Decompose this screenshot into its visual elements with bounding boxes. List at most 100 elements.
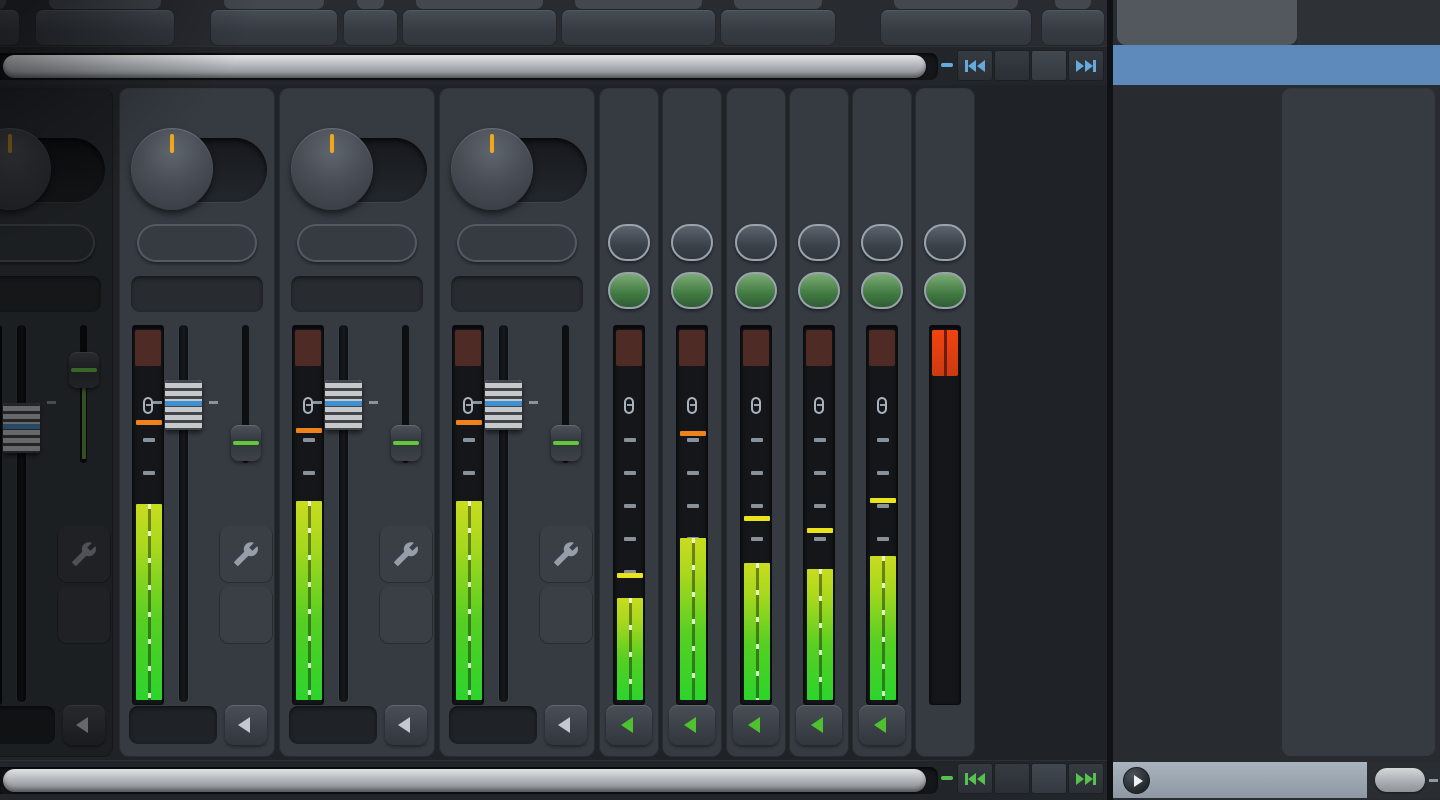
channel-strip — [915, 88, 975, 757]
knob-indicator — [490, 134, 494, 153]
left-triangle-icon — [874, 717, 886, 733]
channel-strip — [789, 88, 849, 757]
level-meter — [292, 325, 324, 705]
fx-send-handle[interactable] — [391, 425, 421, 461]
volume-fader-handle[interactable] — [165, 380, 202, 430]
stereo-level-readout — [291, 276, 423, 312]
routing-target-button[interactable] — [880, 9, 1032, 46]
channel-settings-button[interactable] — [539, 525, 593, 583]
routing-target-button[interactable] — [561, 9, 716, 46]
meter-tick — [143, 471, 155, 475]
meter-clip-segment — [806, 330, 832, 366]
fx-send-handle[interactable] — [69, 352, 99, 388]
channel-settings-button[interactable] — [219, 525, 273, 583]
bottom-scrollbar-handle[interactable] — [3, 769, 926, 792]
level-meter — [866, 325, 898, 705]
channel-options-button[interactable] — [385, 705, 427, 745]
eq-button[interactable] — [379, 586, 433, 644]
meter-tick — [814, 438, 826, 442]
bottom-skip-last-button[interactable] — [1068, 763, 1104, 794]
bottom-skip-first-button[interactable] — [957, 763, 993, 794]
left-triangle-icon — [684, 717, 696, 733]
channel-options-button[interactable] — [796, 705, 842, 745]
cue-button[interactable] — [608, 272, 650, 309]
top-skip-first-button[interactable] — [957, 50, 993, 81]
mute-button[interactable] — [861, 224, 903, 261]
bottom-scrollbar-track[interactable] — [0, 767, 938, 794]
stereo-level-readout — [0, 276, 101, 312]
volume-fader-handle[interactable] — [485, 380, 522, 430]
channel-options-button[interactable] — [545, 705, 587, 745]
routing-button-stub — [575, 0, 702, 9]
channel-options-button[interactable] — [859, 705, 905, 745]
knob-indicator — [330, 134, 334, 153]
fx-send-handle[interactable] — [551, 425, 581, 461]
meter-clip-segment — [679, 330, 705, 366]
channel-options-button[interactable] — [225, 705, 267, 745]
top-scroll-minus-button[interactable] — [941, 63, 953, 67]
meter-tick — [751, 537, 763, 541]
fx-header-bar[interactable] — [1113, 45, 1440, 85]
mute-button[interactable] — [924, 224, 966, 261]
bottom-page-1-button[interactable] — [994, 763, 1030, 794]
mute-button[interactable] — [671, 224, 713, 261]
control-room-scroll-handle[interactable] — [1375, 768, 1425, 792]
meter-zero-mark — [614, 396, 644, 414]
cue-button[interactable] — [671, 272, 713, 309]
input-row-routing-strip — [0, 0, 1107, 46]
fader-zero-mark-left — [313, 401, 322, 404]
top-skip-last-button[interactable] — [1068, 50, 1104, 81]
channel-options-button[interactable] — [733, 705, 779, 745]
top-scrollbar-row — [0, 46, 1107, 85]
meter-peak-hold — [296, 428, 322, 433]
volume-fader-handle[interactable] — [325, 380, 362, 430]
volume-fader-handle[interactable] — [3, 403, 40, 453]
pan-knob[interactable] — [451, 128, 533, 210]
mute-button[interactable] — [798, 224, 840, 261]
bottom-page-2-button[interactable] — [1031, 763, 1067, 794]
meter-tick — [624, 504, 636, 508]
meter-tick — [877, 537, 889, 541]
fx-send-handle[interactable] — [231, 425, 261, 461]
play-triangle-icon — [1134, 775, 1143, 787]
pan-knob[interactable] — [291, 128, 373, 210]
mute-button[interactable] — [608, 224, 650, 261]
top-scrollbar-track[interactable] — [0, 53, 938, 80]
meter-tick — [814, 504, 826, 508]
cue-button[interactable] — [924, 272, 966, 309]
control-room-minus-icon[interactable] — [1429, 779, 1438, 782]
eq-button[interactable] — [219, 586, 273, 644]
level-meter — [740, 325, 772, 705]
mute-button[interactable] — [735, 224, 777, 261]
channel-settings-button[interactable] — [57, 525, 111, 583]
cue-button[interactable] — [798, 272, 840, 309]
routing-target-button[interactable] — [210, 9, 338, 46]
routing-target-button[interactable] — [0, 9, 20, 46]
top-page-2-button[interactable] — [1031, 50, 1067, 81]
pan-value — [379, 154, 419, 186]
meter-clip-segment — [869, 330, 895, 366]
channel-options-button[interactable] — [606, 705, 652, 745]
eq-button[interactable] — [539, 586, 593, 644]
fader-track[interactable] — [17, 325, 26, 702]
meter-zero-mark — [804, 396, 834, 414]
bottom-scroll-minus-button[interactable] — [941, 776, 953, 780]
routing-target-button[interactable] — [343, 9, 398, 46]
routing-target-button[interactable] — [720, 9, 836, 46]
top-page-1-button[interactable] — [994, 50, 1030, 81]
eq-button[interactable] — [57, 586, 111, 644]
channel-options-button[interactable] — [63, 705, 105, 745]
top-scrollbar-handle[interactable] — [3, 55, 926, 78]
channel-options-button[interactable] — [669, 705, 715, 745]
channel-settings-button[interactable] — [379, 525, 433, 583]
routing-target-button[interactable] — [35, 9, 175, 46]
routing-target-button[interactable] — [402, 9, 557, 46]
routing-target-button[interactable] — [1041, 9, 1105, 46]
control-room-expand-button[interactable] — [1123, 767, 1150, 794]
fader-zero-mark-right — [209, 401, 218, 404]
cue-button[interactable] — [735, 272, 777, 309]
knob-indicator — [170, 134, 174, 153]
pan-knob[interactable] — [131, 128, 213, 210]
pan-value — [539, 154, 579, 186]
cue-button[interactable] — [861, 272, 903, 309]
